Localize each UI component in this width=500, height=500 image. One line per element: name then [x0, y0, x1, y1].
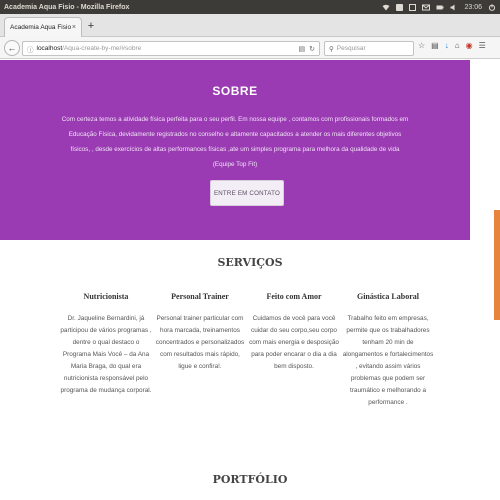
window-title: Academia Aqua Fisio - Mozilla Firefox: [4, 3, 130, 11]
sobre-text: Com certeza temos a atividade física per…: [61, 116, 409, 168]
tab-close-icon[interactable]: ×: [72, 24, 76, 31]
page-content: SOBRE Com certeza temos a atividade físi…: [0, 60, 500, 500]
bookmarks-icon[interactable]: ▤: [431, 41, 439, 50]
clock[interactable]: 23:06: [464, 4, 482, 11]
menu-icon[interactable]: ☰: [479, 41, 486, 50]
service-text: Trabalho feito em empresas, permite que …: [342, 315, 434, 406]
home-icon[interactable]: ⌂: [455, 41, 460, 50]
mail-icon[interactable]: [422, 4, 431, 11]
os-top-bar: Academia Aqua Fisio - Mozilla Firefox 23…: [0, 0, 500, 14]
url-path: /Aqua-create-by-me/#sobre: [62, 45, 142, 52]
system-tray: 23:06: [382, 3, 496, 11]
service-card: Ginástica Laboral Trabalho feito em empr…: [342, 292, 434, 409]
url-host: localhost: [36, 45, 63, 52]
navigation-bar: ← ⓘ localhost /Aqua-create-by-me/#sobre …: [0, 37, 500, 59]
back-button[interactable]: ←: [4, 40, 20, 56]
service-text: Personal trainer particular com hora mar…: [155, 315, 245, 370]
reader-view-icon[interactable]: ▤: [299, 45, 306, 53]
sobre-title: SOBRE: [212, 84, 258, 98]
service-title: Feito com Amor: [266, 292, 322, 301]
reload-icon[interactable]: ↻: [309, 45, 315, 53]
power-icon[interactable]: [488, 3, 496, 11]
keyboard-layout-icon[interactable]: [396, 3, 404, 11]
download-icon[interactable]: ↓: [445, 41, 449, 50]
contact-button[interactable]: ENTRE EM CONTATO: [210, 180, 284, 206]
volume-icon[interactable]: [450, 4, 458, 11]
wifi-icon[interactable]: [382, 4, 390, 11]
portfolio-title: PORTFÓLIO: [212, 473, 288, 486]
service-title: Ginástica Laboral: [356, 292, 419, 301]
star-icon[interactable]: ☆: [418, 41, 425, 50]
battery-icon[interactable]: [436, 4, 444, 11]
service-text: Dr. Jaqueline Bernardini, já participou …: [60, 315, 152, 394]
new-tab-button[interactable]: +: [85, 19, 97, 33]
search-bar[interactable]: ⚲ Pesquisar: [324, 41, 414, 56]
sobre-section: SOBRE Com certeza temos a atividade físi…: [0, 60, 470, 240]
service-card: Personal Trainer Personal trainer partic…: [154, 292, 246, 409]
tab-strip: Academia Aqua Fisio × +: [0, 14, 500, 37]
service-text: Cuidamos de você para você cuidar do seu…: [249, 315, 339, 370]
url-bar[interactable]: ⓘ localhost /Aqua-create-by-me/#sobre ▤ …: [22, 41, 320, 56]
service-card: Feito com Amor Cuidamos de você para voc…: [248, 292, 340, 409]
service-title: Nutricionista: [83, 292, 129, 301]
site-info-icon[interactable]: ⓘ: [27, 44, 34, 54]
services-grid: Nutricionista Dr. Jaqueline Bernardini, …: [60, 292, 440, 409]
tab-title: Academia Aqua Fisio: [10, 24, 72, 31]
browser-tab[interactable]: Academia Aqua Fisio ×: [4, 17, 82, 37]
pocket-icon[interactable]: ◉: [466, 41, 473, 50]
service-title: Personal Trainer: [171, 292, 229, 301]
dropbox-icon[interactable]: [409, 3, 417, 11]
toolbar-icons: ☆ ▤ ↓ ⌂ ◉ ☰: [418, 41, 486, 50]
servicos-title: SERVIÇOS: [217, 256, 283, 269]
service-card: Nutricionista Dr. Jaqueline Bernardini, …: [60, 292, 152, 409]
search-icon: ⚲: [329, 45, 334, 53]
search-placeholder: Pesquisar: [336, 45, 366, 52]
